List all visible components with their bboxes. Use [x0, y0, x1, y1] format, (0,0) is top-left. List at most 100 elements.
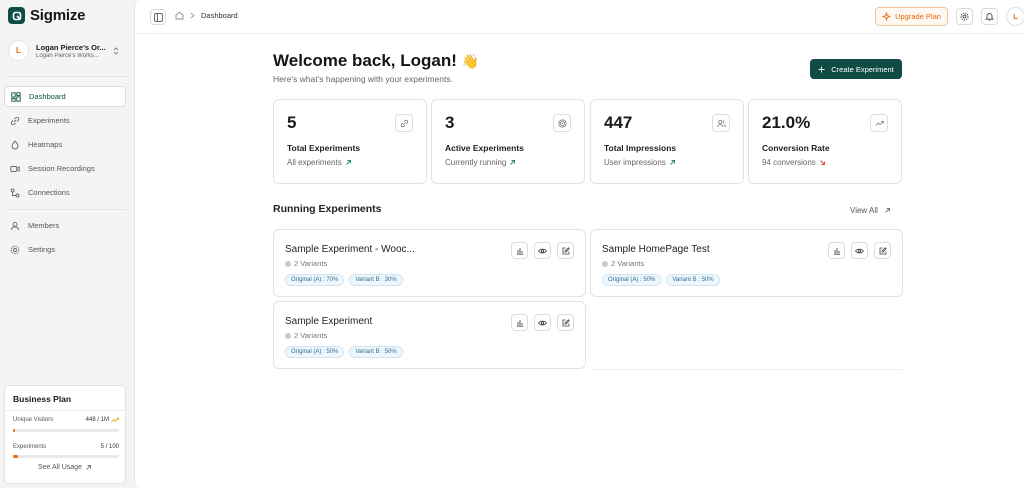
arrow-down-right-icon — [819, 159, 826, 166]
stats-button[interactable] — [511, 242, 528, 259]
chevron-right-icon — [190, 12, 195, 19]
running-experiments-title: Running Experiments — [273, 203, 382, 215]
trending-up-icon — [870, 114, 888, 132]
sidebar-toggle-icon — [153, 12, 163, 22]
edit-button[interactable] — [874, 242, 891, 259]
user-avatar[interactable]: L — [1006, 7, 1024, 26]
unique-visitors-bar — [13, 429, 119, 432]
bar-chart-icon — [516, 319, 524, 327]
unique-visitors-bar-fill — [13, 429, 16, 432]
sidebar-item-connections[interactable]: Connections — [4, 182, 126, 203]
variants-count: 2 Variants — [602, 259, 644, 268]
stat-label: Active Experiments — [445, 143, 524, 153]
sidebar-item-experiments[interactable]: Experiments — [4, 110, 126, 131]
workspace-name: Logan Pierce's Works... — [36, 52, 100, 59]
experiment-card[interactable]: Sample HomePage Test 2 Variants Original… — [590, 229, 903, 297]
view-all-link[interactable]: View All — [850, 206, 891, 215]
view-all-label: View All — [850, 206, 878, 215]
breadcrumb-current: Dashboard — [201, 11, 238, 20]
preview-button[interactable] — [534, 242, 551, 259]
stat-label: Conversion Rate — [762, 143, 830, 153]
stat-value: 3 — [445, 113, 455, 132]
sidebar-item-label: Members — [28, 221, 60, 230]
brand-name: Sigmize — [30, 7, 86, 24]
sidebar-item-settings[interactable]: Settings — [4, 239, 126, 260]
experiments-usage-bar — [13, 455, 119, 458]
gear-icon — [960, 12, 969, 21]
home-icon[interactable] — [175, 11, 184, 20]
experiments-usage-label: Experiments — [13, 444, 47, 450]
wave-emoji: 👋 — [461, 52, 480, 69]
plus-icon — [818, 66, 825, 73]
target-icon — [553, 114, 571, 132]
sidebar-item-session-recordings[interactable]: Session Recordings — [4, 158, 126, 179]
preview-button[interactable] — [851, 242, 868, 259]
bell-icon — [985, 12, 994, 21]
recording-icon — [10, 164, 20, 174]
variants-count: 2 Variants — [285, 331, 327, 340]
stat-card-conversion-rate: 21.0% Conversion Rate 94 conversions — [748, 99, 902, 184]
stat-subtext-label: Currently running — [445, 158, 507, 167]
unique-visitors-value: 448 / 1M — [85, 417, 109, 423]
sidebar-divider — [8, 209, 126, 210]
org-name: Logan Pierce's Or... — [36, 42, 106, 52]
arrow-up-right-icon — [669, 159, 676, 166]
stat-subtext: 94 conversions — [762, 158, 826, 167]
see-all-usage-link[interactable]: See All Usage — [5, 464, 125, 471]
variant-pill: Original (A) : 70% — [285, 274, 345, 286]
sidebar-item-dashboard[interactable]: Dashboard — [4, 86, 126, 107]
stat-card-active-experiments: 3 Active Experiments Currently running — [431, 99, 585, 184]
bar-chart-icon — [516, 247, 524, 255]
sidebar-item-heatmaps[interactable]: Heatmaps — [4, 134, 126, 155]
stat-card-total-experiments: 5 Total Experiments All experiments — [273, 99, 427, 184]
stat-value: 5 — [287, 113, 297, 132]
users-icon — [712, 114, 730, 132]
stats-button[interactable] — [511, 314, 528, 331]
sidebar-item-label: Dashboard — [29, 92, 66, 101]
sigmize-logo-icon — [8, 7, 25, 24]
variant-pill: Variant B : 30% — [349, 274, 403, 286]
variant-pill: Variant B : 50% — [349, 346, 403, 358]
org-switcher[interactable]: L Logan Pierce's Or... Logan Pierce's Wo… — [8, 40, 126, 61]
stats-button[interactable] — [828, 242, 845, 259]
upgrade-plan-button[interactable]: Upgrade Plan — [875, 7, 948, 26]
experiment-card[interactable]: Sample Experiment 2 Variants Original (A… — [273, 301, 586, 369]
preview-button[interactable] — [534, 314, 551, 331]
toggle-sidebar-button[interactable] — [150, 9, 166, 25]
experiments-usage-value: 5 / 100 — [100, 444, 119, 450]
sidebar-item-members[interactable]: Members — [4, 215, 126, 236]
org-avatar: L — [8, 40, 29, 61]
sidebar-item-label: Experiments — [28, 116, 70, 125]
welcome-heading: Welcome back, Logan! — [273, 51, 457, 70]
upgrade-plan-label: Upgrade Plan — [895, 12, 941, 21]
arrow-up-right-icon — [85, 464, 92, 471]
plan-title: Business Plan — [13, 394, 72, 404]
plan-usage-card: Business Plan Unique Visitors 448 / 1M E… — [4, 385, 126, 484]
eye-icon — [538, 247, 547, 255]
edit-button[interactable] — [557, 314, 574, 331]
stat-subtext-label: User impressions — [604, 158, 666, 167]
trending-up-icon — [111, 417, 119, 423]
plan-divider — [5, 410, 125, 411]
edit-button[interactable] — [557, 242, 574, 259]
experiment-card[interactable]: Sample Experiment - Wooc... 2 Variants O… — [273, 229, 586, 297]
variant-pill: Variant B : 50% — [666, 274, 720, 286]
settings-icon — [10, 245, 20, 255]
chevron-updown-icon — [112, 46, 120, 56]
create-experiment-button[interactable]: Create Experiment — [810, 59, 902, 79]
stat-subtext: Currently running — [445, 158, 516, 167]
status-dot — [285, 260, 291, 267]
stat-subtext-label: All experiments — [287, 158, 342, 167]
status-dot — [285, 332, 291, 339]
variants-count: 2 Variants — [285, 259, 327, 268]
edit-icon — [562, 318, 570, 327]
stat-value: 21.0% — [762, 113, 811, 132]
settings-button[interactable] — [956, 8, 973, 25]
experiments-icon — [10, 116, 20, 126]
brand-logo[interactable]: Sigmize — [8, 7, 85, 24]
variants-label: 2 Variants — [294, 259, 328, 268]
experiment-name: Sample HomePage Test — [602, 244, 710, 255]
notifications-button[interactable] — [981, 8, 998, 25]
eye-icon — [538, 319, 547, 327]
main-panel: Dashboard Upgrade Plan L Welcome back, L… — [134, 0, 1024, 488]
